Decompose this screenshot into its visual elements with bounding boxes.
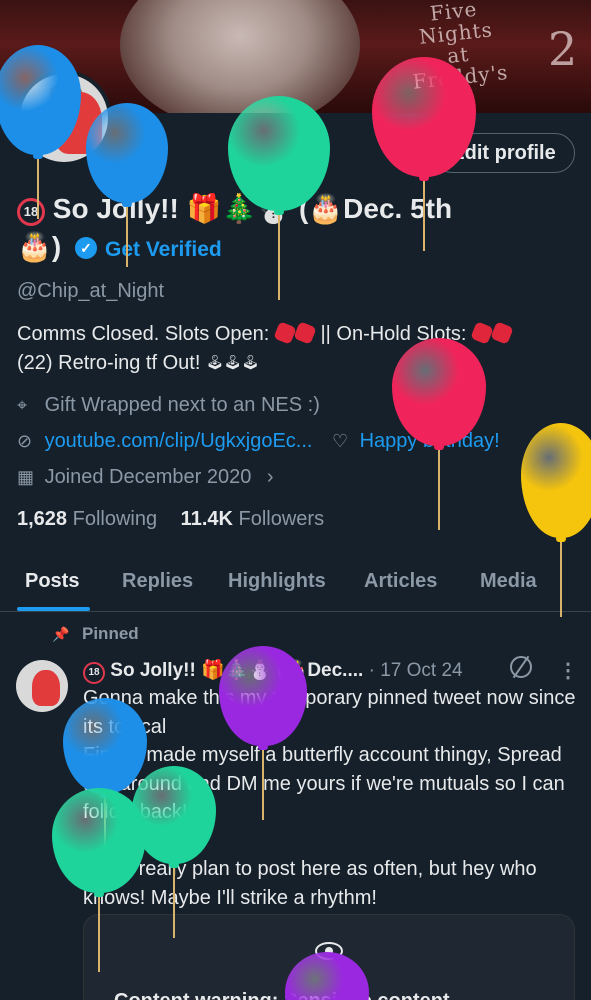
- post-author-name[interactable]: So Jolly!!: [110, 660, 196, 681]
- stop-sign-icon: [490, 321, 514, 345]
- following-link[interactable]: 1,628 Following: [17, 508, 157, 530]
- avatar-character: [54, 92, 102, 154]
- sensitive-content-warning: Content warning: Sensitive content: [114, 990, 450, 1000]
- chevron-right-icon: ›: [266, 466, 274, 488]
- profile-joined[interactable]: ▦ Joined December 2020 ›: [17, 466, 274, 489]
- banner-title: Five Nights at Freddy's: [411, 0, 510, 94]
- birthday-link[interactable]: Happy birthday!: [360, 430, 500, 452]
- post-body: Gonna make this my temporary pinned twee…: [83, 687, 576, 909]
- grok-icon[interactable]: [510, 656, 532, 678]
- more-icon[interactable]: ⋮: [558, 658, 578, 683]
- stop-sign-icon: [273, 321, 297, 345]
- profile-link-row: ⊘ youtube.com/clip/UgkxjgoEc... ♡ Happy …: [17, 430, 500, 453]
- profile-bio: Comms Closed. Slots Open: || On-Hold Slo…: [17, 320, 577, 377]
- joystick-icon: 🕹🕹🕹: [205, 354, 260, 370]
- pinned-label: Pinned: [82, 624, 139, 643]
- display-name: 18 So Jolly!! 🎁🎄⛄ (🎂Dec. 5th 🎂) ✓ Get Ver…: [17, 193, 453, 262]
- calendar-icon: ▦: [17, 467, 35, 487]
- tab-replies[interactable]: Replies: [122, 570, 193, 593]
- banner-image: [120, 0, 360, 113]
- profile-location: ⌖ Gift Wrapped next to an NES :): [17, 394, 320, 416]
- profile-avatar[interactable]: [16, 70, 112, 166]
- stop-sign-icon: [470, 321, 494, 345]
- get-verified-link[interactable]: Get Verified: [105, 238, 222, 261]
- balloon-icon: ♡: [332, 431, 349, 451]
- map-pin-icon: ⌖: [17, 395, 28, 415]
- active-tab-indicator: [17, 607, 90, 611]
- pin-icon: 📌: [52, 626, 70, 642]
- profile-handle: @Chip_at_Night: [17, 280, 165, 302]
- tab-posts[interactable]: Posts: [25, 570, 79, 593]
- no-under-18-icon: 18: [17, 198, 45, 226]
- profile-tabs: Posts Replies Highlights Articles Media: [0, 560, 591, 612]
- post-author-avatar[interactable]: [16, 660, 68, 712]
- no-under-18-icon: 18: [83, 662, 105, 684]
- profile-link[interactable]: youtube.com/clip/UgkxjgoEc...: [45, 430, 313, 452]
- edit-profile-button[interactable]: Edit profile: [432, 133, 575, 173]
- post-date[interactable]: · 17 Oct 24: [369, 660, 463, 681]
- tab-articles[interactable]: Articles: [364, 570, 437, 593]
- post-header: 18 So Jolly!! 🎁🎄⛄ (🎂Dec.... · 17 Oct 24: [83, 658, 463, 684]
- link-icon: ⊘: [17, 431, 33, 451]
- tab-highlights[interactable]: Highlights: [228, 570, 326, 593]
- tab-media[interactable]: Media: [480, 570, 537, 593]
- verified-badge-icon[interactable]: ✓: [74, 237, 97, 259]
- follow-stats: 1,628 Following 11.4K Followers: [17, 508, 324, 531]
- followers-link[interactable]: 11.4K Followers: [181, 508, 324, 530]
- banner-number: 2: [548, 22, 578, 76]
- avatar-character: [32, 670, 60, 706]
- eye-icon: [315, 942, 343, 960]
- stop-sign-icon: [293, 321, 317, 345]
